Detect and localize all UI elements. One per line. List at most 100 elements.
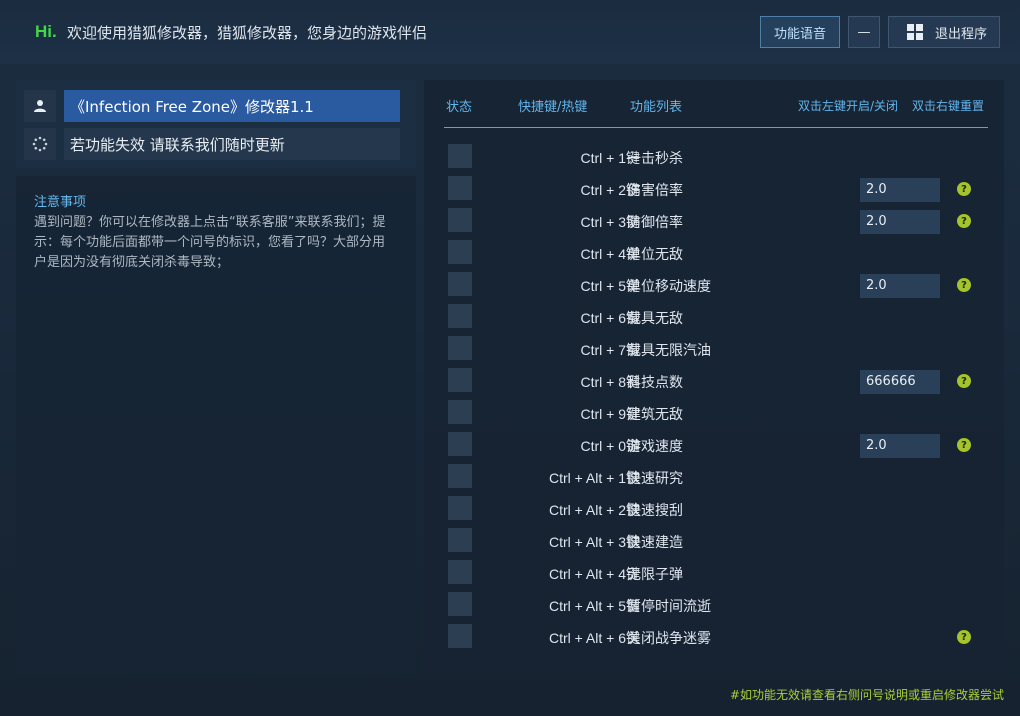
status-checkbox[interactable] — [448, 624, 472, 648]
status-checkbox[interactable] — [448, 368, 472, 392]
notes-title: 注意事项 — [34, 195, 87, 210]
function-name: 暂停时间流逝 — [627, 599, 711, 615]
exit-button-label: 退出程序 — [934, 26, 987, 42]
function-name: 伤害倍率 — [627, 183, 683, 199]
status-checkbox[interactable] — [448, 400, 472, 424]
trainer-info-panel: 《Infection Free Zone》修改器1.1 若功能失效 请联系我们随… — [16, 80, 416, 168]
footer-hint: #如功能无效请查看右侧问号说明或重启修改器尝试 — [729, 688, 1004, 702]
contact-text: 若功能失效 请联系我们随时更新 — [64, 128, 400, 160]
value-input[interactable]: 2.0 — [860, 210, 940, 234]
cheat-row[interactable]: Ctrl + Alt + 6键 关闭战争迷雾? — [424, 624, 1004, 650]
trainer-title-row[interactable]: 《Infection Free Zone》修改器1.1 — [24, 90, 400, 122]
user-icon — [24, 90, 56, 122]
hotkey-label: Ctrl + 1键 — [580, 150, 640, 166]
column-double-left: 双击左键开启/关闭 — [798, 99, 899, 113]
cheat-row[interactable]: Ctrl + 6键 载具无敌 — [424, 304, 1004, 330]
cheat-row[interactable]: Ctrl + 8键 科技点数 666666? — [424, 368, 1004, 394]
hotkey-label: Ctrl + Alt + 3键 — [548, 534, 640, 550]
value-input[interactable]: 2.0 — [860, 434, 940, 458]
function-name: 科技点数 — [627, 375, 683, 391]
help-icon[interactable]: ? — [957, 438, 971, 452]
cheat-row[interactable]: Ctrl + 7键 载具无限汽油 — [424, 336, 1004, 362]
hotkey-label: Ctrl + 6键 — [580, 310, 640, 326]
cheat-row[interactable]: Ctrl + Alt + 3键 快速建造 — [424, 528, 1004, 554]
cheat-row[interactable]: Ctrl + 2键 伤害倍率 2.0? — [424, 176, 1004, 202]
value-input[interactable]: 666666 — [860, 370, 940, 394]
notes-panel: 注意事项 遇到问题？你可以在修改器上点击“联系客服”来联系我们；提示：每个功能后… — [16, 176, 416, 674]
hotkey-label: Ctrl + Alt + 1键 — [548, 470, 640, 486]
windows-icon — [906, 24, 923, 40]
function-name: 单位无敌 — [627, 247, 683, 263]
status-checkbox[interactable] — [448, 304, 472, 328]
help-icon[interactable]: ? — [957, 278, 971, 292]
hotkey-label: Ctrl + 4键 — [580, 246, 640, 262]
cheat-row[interactable]: Ctrl + 5键 单位移动速度 2.0? — [424, 272, 1004, 298]
status-checkbox[interactable] — [448, 496, 472, 520]
hotkey-label: Ctrl + 7键 — [580, 342, 640, 358]
status-checkbox[interactable] — [448, 272, 472, 296]
status-checkbox[interactable] — [448, 144, 472, 168]
hotkey-label: Ctrl + 0键 — [580, 438, 640, 454]
status-checkbox[interactable] — [448, 336, 472, 360]
hotkey-label: Ctrl + Alt + 5键 — [548, 598, 640, 614]
minimize-button[interactable]: — — [848, 16, 880, 48]
function-name: 关闭战争迷雾 — [627, 631, 711, 647]
hotkey-label: Ctrl + Alt + 4键 — [548, 566, 640, 582]
cheat-row[interactable]: Ctrl + 3键 防御倍率 2.0? — [424, 208, 1004, 234]
value-input[interactable]: 2.0 — [860, 274, 940, 298]
loading-icon — [24, 128, 56, 160]
cheat-row[interactable]: Ctrl + 4键 单位无敌 — [424, 240, 1004, 266]
cheat-row[interactable]: Ctrl + Alt + 2键 快速搜刮 — [424, 496, 1004, 522]
column-status: 状态 — [446, 100, 473, 115]
help-icon[interactable]: ? — [957, 630, 971, 644]
function-name: 建筑无敌 — [627, 407, 683, 423]
function-name: 快速搜刮 — [627, 503, 683, 519]
status-checkbox[interactable] — [448, 176, 472, 200]
cheat-row[interactable]: Ctrl + 9键 建筑无敌 — [424, 400, 1004, 426]
hi-logo: Hi. — [35, 22, 57, 41]
status-checkbox[interactable] — [448, 592, 472, 616]
hotkey-label: Ctrl + 9键 — [580, 406, 640, 422]
function-name: 无限子弹 — [627, 567, 683, 583]
hotkey-label: Ctrl + Alt + 2键 — [548, 502, 640, 518]
function-name: 载具无限汽油 — [627, 343, 711, 359]
voice-button[interactable]: 功能语音 — [760, 16, 840, 48]
function-name: 一击秒杀 — [627, 151, 683, 167]
column-function: 功能列表 — [630, 100, 683, 115]
cheat-row[interactable]: Ctrl + 1键 一击秒杀 — [424, 144, 1004, 170]
help-icon[interactable]: ? — [957, 182, 971, 196]
cheat-row[interactable]: Ctrl + Alt + 1键 快速研究 — [424, 464, 1004, 490]
help-icon[interactable]: ? — [957, 374, 971, 388]
function-name: 单位移动速度 — [627, 279, 711, 295]
trainer-title: 《Infection Free Zone》修改器1.1 — [64, 90, 400, 122]
function-name: 防御倍率 — [627, 215, 683, 231]
help-icon[interactable]: ? — [957, 214, 971, 228]
hotkey-label: Ctrl + 2键 — [580, 182, 640, 198]
function-name: 游戏速度 — [627, 439, 683, 455]
hotkey-label: Ctrl + 5键 — [580, 278, 640, 294]
hotkey-label: Ctrl + 3键 — [580, 214, 640, 230]
contact-row[interactable]: 若功能失效 请联系我们随时更新 — [24, 128, 400, 160]
header-divider — [444, 127, 988, 128]
welcome-text: 欢迎使用猎狐修改器，猎狐修改器，您身边的游戏伴侣 — [67, 24, 428, 42]
function-name: 快速建造 — [627, 535, 683, 551]
cheat-list-panel: 状态 快捷键/热键 功能列表 双击左键开启/关闭 双击右键重置 Ctrl + 1… — [424, 80, 1004, 674]
status-checkbox[interactable] — [448, 560, 472, 584]
function-name: 载具无敌 — [627, 311, 683, 327]
hotkey-label: Ctrl + Alt + 6键 — [548, 630, 640, 646]
status-checkbox[interactable] — [448, 240, 472, 264]
status-checkbox[interactable] — [448, 432, 472, 456]
function-name: 快速研究 — [627, 471, 683, 487]
status-checkbox[interactable] — [448, 528, 472, 552]
status-checkbox[interactable] — [448, 464, 472, 488]
cheat-row[interactable]: Ctrl + Alt + 4键 无限子弹 — [424, 560, 1004, 586]
hotkey-label: Ctrl + 8键 — [580, 374, 640, 390]
cheat-row[interactable]: Ctrl + Alt + 5键 暂停时间流逝 — [424, 592, 1004, 618]
column-double-right: 双击右键重置 — [912, 99, 985, 113]
value-input[interactable]: 2.0 — [860, 178, 940, 202]
title-bar: Hi. 欢迎使用猎狐修改器，猎狐修改器，您身边的游戏伴侣 功能语音 — 退出程序 — [0, 0, 1020, 64]
notes-body: 遇到问题？你可以在修改器上点击“联系客服”来联系我们；提示：每个功能后面都带一个… — [34, 215, 386, 270]
status-checkbox[interactable] — [448, 208, 472, 232]
exit-button[interactable]: 退出程序 — [888, 16, 1000, 48]
cheat-row[interactable]: Ctrl + 0键 游戏速度 2.0? — [424, 432, 1004, 458]
